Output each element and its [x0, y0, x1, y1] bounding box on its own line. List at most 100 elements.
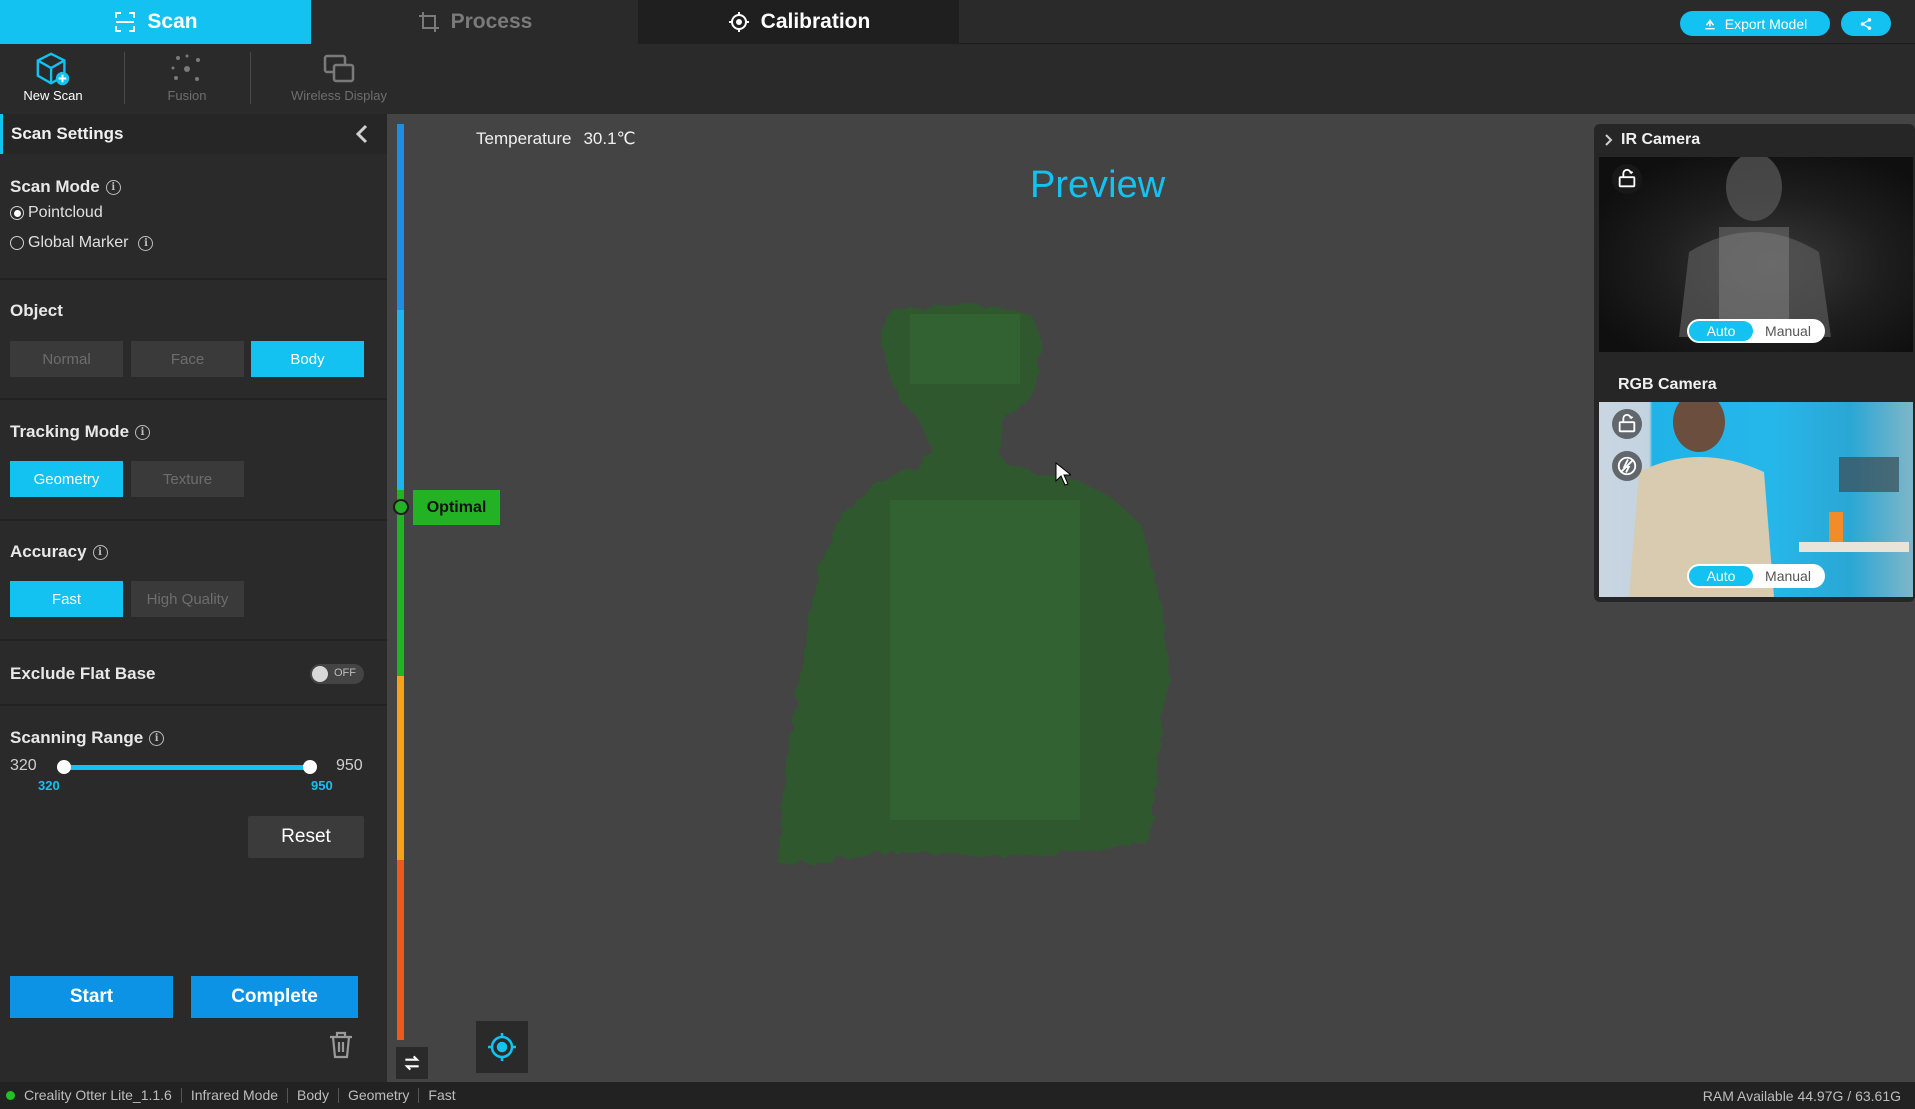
object-body-button[interactable]: Body — [251, 341, 364, 377]
info-icon[interactable]: i — [149, 730, 165, 746]
swap-icon — [404, 1055, 420, 1071]
mouse-cursor-icon — [1055, 462, 1071, 486]
tab-calibration[interactable]: Calibration — [638, 0, 959, 44]
accuracy-label: Accuracy — [10, 542, 87, 561]
fusion-button[interactable]: Fusion — [132, 50, 242, 110]
rgb-auto-option[interactable]: Auto — [1689, 566, 1753, 586]
tracking-mode-label: Tracking Mode — [10, 422, 130, 441]
flash-off-icon — [1617, 456, 1637, 476]
range-high-handle[interactable] — [303, 760, 317, 774]
range-min-label: 320 — [10, 757, 37, 774]
wireless-display-button[interactable]: Wireless Display — [283, 50, 395, 110]
range-max-label: 950 — [336, 757, 363, 774]
temperature-readout: Temperature 30.1℃ — [476, 129, 636, 149]
ir-camera-header[interactable]: IR Camera — [1603, 131, 1700, 149]
rgb-rotate-button[interactable] — [1612, 409, 1642, 439]
rgb-flash-button[interactable] — [1612, 451, 1642, 481]
crop-icon — [418, 12, 439, 32]
locate-target-icon — [488, 1033, 516, 1061]
info-icon[interactable]: i — [138, 235, 154, 251]
temperature-value: 30.1℃ — [583, 129, 636, 148]
accuracy-fast-button[interactable]: Fast — [10, 581, 123, 617]
swap-view-button[interactable] — [396, 1047, 428, 1079]
distance-bar-optimal — [397, 490, 404, 676]
rotate-camera-icon — [1618, 168, 1636, 188]
info-icon[interactable]: i — [105, 179, 121, 195]
tab-process[interactable]: Process — [311, 0, 638, 44]
distance-indicator-dot — [393, 499, 409, 515]
tab-scan-label: Scan — [147, 10, 198, 33]
ir-auto-option[interactable]: Auto — [1689, 321, 1753, 341]
fusion-label: Fusion — [167, 88, 207, 103]
status-ram: RAM Available 44.97G / 63.61G — [1702, 1088, 1901, 1104]
accuracy-high-quality-button[interactable]: High Quality — [131, 581, 244, 617]
distance-bar-too-close — [397, 124, 404, 310]
locate-button[interactable] — [476, 1021, 528, 1073]
section-divider — [0, 704, 387, 706]
status-mode: Infrared Mode — [182, 1088, 289, 1103]
wireless-display-label: Wireless Display — [290, 88, 388, 103]
status-bar: Creality Otter Lite_1.1.6 Infrared Mode … — [0, 1082, 1915, 1109]
exclude-flat-base-toggle[interactable]: OFF — [310, 664, 364, 684]
radio-global-marker-label: Global Marker — [28, 234, 129, 251]
info-icon[interactable]: i — [135, 424, 151, 440]
status-app-version: Creality Otter Lite_1.1.6 — [24, 1088, 182, 1103]
tab-process-label: Process — [450, 10, 533, 33]
export-model-button[interactable]: Export Model — [1680, 11, 1830, 36]
start-button[interactable]: Start — [10, 976, 173, 1018]
status-object: Body — [288, 1088, 339, 1103]
app-window: Scan Process Calibration Export Model Ne… — [0, 0, 1915, 1109]
reset-button[interactable]: Reset — [248, 816, 364, 858]
scanning-range-heading: Scanning Range i — [10, 728, 165, 748]
new-scan-label: New Scan — [23, 88, 83, 103]
rgb-camera-title: RGB Camera — [1618, 376, 1717, 393]
distance-bar-far — [397, 676, 404, 860]
info-icon[interactable]: i — [92, 544, 108, 560]
radio-pointcloud[interactable]: Pointcloud — [10, 204, 103, 222]
tracking-texture-button[interactable]: Texture — [131, 461, 244, 497]
status-tracking: Geometry — [339, 1088, 420, 1103]
object-heading: Object — [10, 301, 63, 321]
rgb-exposure-toggle[interactable]: Auto Manual — [1687, 564, 1825, 588]
rgb-manual-option[interactable]: Manual — [1753, 568, 1823, 584]
section-divider — [0, 278, 387, 280]
wireless-display-icon — [319, 50, 359, 88]
radio-pointcloud-label: Pointcloud — [28, 204, 103, 221]
exclude-flat-base-heading: Exclude Flat Base — [10, 664, 156, 684]
radio-unselected-icon — [10, 236, 24, 250]
tracking-mode-heading: Tracking Mode i — [10, 422, 151, 442]
rgb-camera-header: RGB Camera — [1618, 376, 1717, 394]
ir-manual-option[interactable]: Manual — [1753, 323, 1823, 339]
chevron-left-icon[interactable] — [351, 122, 375, 146]
share-button[interactable] — [1841, 11, 1891, 36]
radio-global-marker[interactable]: Global Marker i — [10, 234, 154, 252]
scan-mode-label: Scan Mode — [10, 177, 100, 196]
new-scan-button[interactable]: New Scan — [0, 50, 108, 110]
tab-calibration-label: Calibration — [760, 10, 871, 33]
complete-button[interactable]: Complete — [191, 976, 358, 1018]
ir-rotate-button[interactable] — [1612, 164, 1642, 194]
tab-scan[interactable]: Scan — [0, 0, 311, 44]
section-divider — [0, 398, 387, 400]
connection-status-dot — [6, 1091, 15, 1100]
exclude-flat-base-label: Exclude Flat Base — [10, 664, 156, 683]
top-tab-bar: Scan Process Calibration Export Model — [0, 0, 1915, 44]
object-normal-button[interactable]: Normal — [10, 341, 123, 377]
scan-toolbar: New Scan Fusion Wireless Display — [0, 44, 1915, 114]
object-face-button[interactable]: Face — [131, 341, 244, 377]
chevron-right-icon — [1605, 134, 1613, 146]
preview-title: Preview — [1030, 164, 1166, 206]
export-icon — [1705, 18, 1715, 29]
distance-bar-too-far — [397, 860, 404, 1040]
section-divider — [0, 639, 387, 641]
scan-settings-title: Scan Settings — [11, 124, 124, 143]
ir-exposure-toggle[interactable]: Auto Manual — [1687, 319, 1825, 343]
scanning-range-slider[interactable] — [64, 765, 310, 770]
range-low-handle[interactable] — [57, 760, 71, 774]
tracking-geometry-button[interactable]: Geometry — [10, 461, 123, 497]
rotate-camera-icon — [1618, 413, 1636, 433]
scan-mode-heading: Scan Mode i — [10, 177, 121, 197]
ir-camera-title: IR Camera — [1621, 131, 1701, 148]
trash-icon[interactable] — [328, 1030, 354, 1060]
accuracy-heading: Accuracy i — [10, 542, 108, 562]
